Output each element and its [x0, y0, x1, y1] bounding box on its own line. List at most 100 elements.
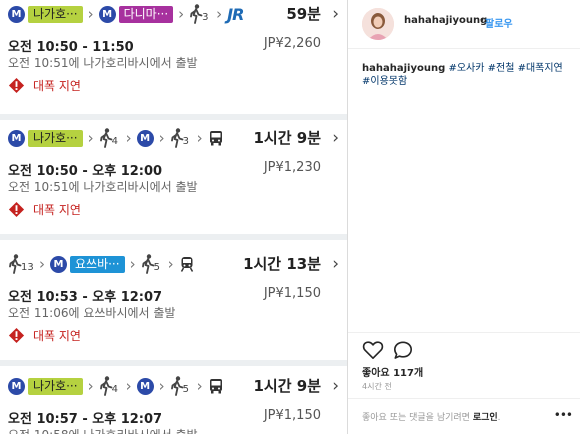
chevron-right-icon[interactable]: › [332, 126, 339, 150]
delay-text: 대폭 지연 [33, 78, 81, 93]
chevron-right-icon: › [125, 128, 132, 147]
actions-divider [348, 332, 580, 333]
hashtag[interactable]: #대폭지연 [518, 63, 563, 74]
walk-icon: 4 [99, 375, 121, 397]
login-link[interactable]: 로그인 [473, 413, 498, 423]
metro-icon: M [98, 5, 116, 23]
more-options-icon[interactable]: ••• [554, 408, 573, 422]
metro-icon: M [136, 129, 154, 147]
chevron-right-icon: › [178, 4, 185, 23]
post-caption: hahahajiyoung #오사카 #전철 #대폭지연 #이용못함 [362, 62, 574, 88]
hashtag[interactable]: #오사카 [448, 63, 484, 74]
chevron-right-icon: › [39, 254, 45, 273]
avatar[interactable] [362, 8, 394, 40]
route-item[interactable]: M 나가호··· › 4 › M › 3 › 1시간 9분 › 오전 10:50… [0, 126, 347, 234]
walk-icon: 4 [99, 127, 121, 149]
walk-minutes: 5 [182, 384, 189, 395]
chevron-right-icon: › [129, 254, 136, 273]
metro-icon: M [50, 255, 67, 273]
route-separator [0, 360, 347, 366]
route-fare: JP¥1,150 [263, 408, 321, 423]
caption-username[interactable]: hahahajiyoung [362, 63, 445, 74]
chevron-right-icon: › [87, 4, 94, 23]
delay-text: 대폭 지연 [33, 328, 81, 343]
delay-notice: 대폭 지연 [8, 326, 81, 344]
route-duration: 1시간 13분 [243, 255, 321, 273]
chevron-right-icon: › [158, 128, 165, 147]
delay-notice: 대폭 지연 [8, 76, 81, 94]
route-time-range: 오전 10:53 - 오후 12:07 [8, 290, 163, 305]
walk-minutes: 4 [111, 384, 118, 395]
comment-icon[interactable] [392, 340, 414, 360]
route-duration: 1시간 9분 [253, 377, 322, 395]
chevron-right-icon: › [87, 376, 94, 395]
route-steps: M 나가호··· › 4 › M › 3 › [8, 126, 224, 150]
metro-icon: M [8, 377, 25, 395]
bus-icon [208, 130, 224, 146]
warning-icon [8, 201, 25, 217]
like-count[interactable]: 좋아요 117개 [362, 364, 423, 379]
line-badge: 요쓰바··· [70, 255, 125, 273]
delay-text: 대폭 지연 [33, 202, 81, 217]
warning-icon [8, 327, 25, 343]
chevron-right-icon: › [158, 376, 165, 395]
route-time-range: 오전 10:57 - 오후 12:07 [8, 412, 163, 427]
chevron-right-icon: › [167, 254, 174, 273]
line-badge: 다니마··· [118, 5, 174, 23]
chevron-right-icon[interactable]: › [332, 2, 339, 26]
route-departure: 오전 10:51에 나가호리바시에서 출발 [8, 180, 198, 194]
hashtag[interactable]: #전철 [488, 63, 515, 74]
route-separator [0, 234, 347, 240]
route-steps: M 나가호··· › 4 › M › 5 › [8, 374, 224, 398]
train-icon [179, 256, 195, 272]
heart-icon[interactable] [362, 340, 384, 360]
instagram-post: hahahajiyoung • 팔로우 hahahajiyoung #오사카 #… [348, 0, 580, 434]
metro-icon: M [8, 129, 25, 147]
route-duration: 59분 [286, 5, 321, 23]
chevron-right-icon: › [125, 376, 132, 395]
route-duration: 1시간 9분 [253, 129, 322, 147]
bus-icon [208, 378, 224, 394]
line-badge: 나가호··· [28, 129, 83, 147]
chevron-right-icon: › [216, 4, 223, 23]
walk-minutes: 5 [153, 262, 160, 273]
line-badge: 나가호··· [28, 377, 83, 395]
route-time-range: 오전 10:50 - 11:50 [8, 40, 134, 55]
walk-icon: 5 [141, 253, 163, 275]
metro-icon: M [8, 5, 25, 23]
route-fare: JP¥1,150 [263, 286, 321, 301]
metro-icon: M [136, 377, 154, 395]
route-time-range: 오전 10:50 - 오후 12:00 [8, 164, 163, 179]
jr-logo-icon: JR [227, 4, 244, 24]
route-separator [0, 114, 347, 120]
comment-prompt-suffix: . [497, 413, 501, 423]
route-fare: JP¥2,260 [263, 36, 321, 51]
route-departure: 오전 10:51에 나가호리바시에서 출발 [8, 56, 198, 70]
chevron-right-icon[interactable]: › [332, 252, 339, 276]
route-departure: 오전 11:06에 요쓰바시에서 출발 [8, 306, 176, 320]
walk-icon: 13 [8, 253, 34, 275]
route-departure: 오전 10:58에 나가호리바시에서 출발 [8, 426, 198, 434]
chevron-right-icon: › [196, 376, 203, 395]
hashtag[interactable]: #이용못함 [362, 76, 407, 87]
warning-icon [8, 77, 25, 93]
route-item[interactable]: M 나가호··· › 4 › M › 5 › 1시간 9분 › 오전 10:57… [0, 374, 347, 434]
route-steps: 13 › M 요쓰바··· › 5 › [8, 252, 195, 276]
comment-prompt-text: 좋아요 또는 댓글을 남기려면 [362, 413, 470, 423]
chevron-right-icon[interactable]: › [332, 374, 339, 398]
header-divider [348, 48, 580, 49]
delay-notice: 대폭 지연 [8, 200, 81, 218]
walk-icon: 5 [170, 375, 192, 397]
post-username[interactable]: hahahajiyoung [404, 15, 487, 26]
walk-minutes: 4 [111, 136, 118, 147]
route-item[interactable]: M 나가호··· › M 다니마··· › 3 › JR 59분 › 오전 10… [0, 2, 347, 114]
walk-icon: 3 [170, 127, 192, 149]
comment-divider [348, 398, 580, 399]
walk-minutes: 3 [202, 12, 209, 23]
walk-minutes: 13 [21, 262, 34, 273]
comment-prompt: 좋아요 또는 댓글을 남기려면 로그인. [362, 410, 501, 423]
route-item[interactable]: 13 › M 요쓰바··· › 5 › 1시간 13분 › 오전 10:53 -… [0, 252, 347, 360]
follow-button[interactable]: 팔로우 [485, 15, 513, 30]
chevron-right-icon: › [87, 128, 94, 147]
walk-minutes: 3 [182, 136, 189, 147]
